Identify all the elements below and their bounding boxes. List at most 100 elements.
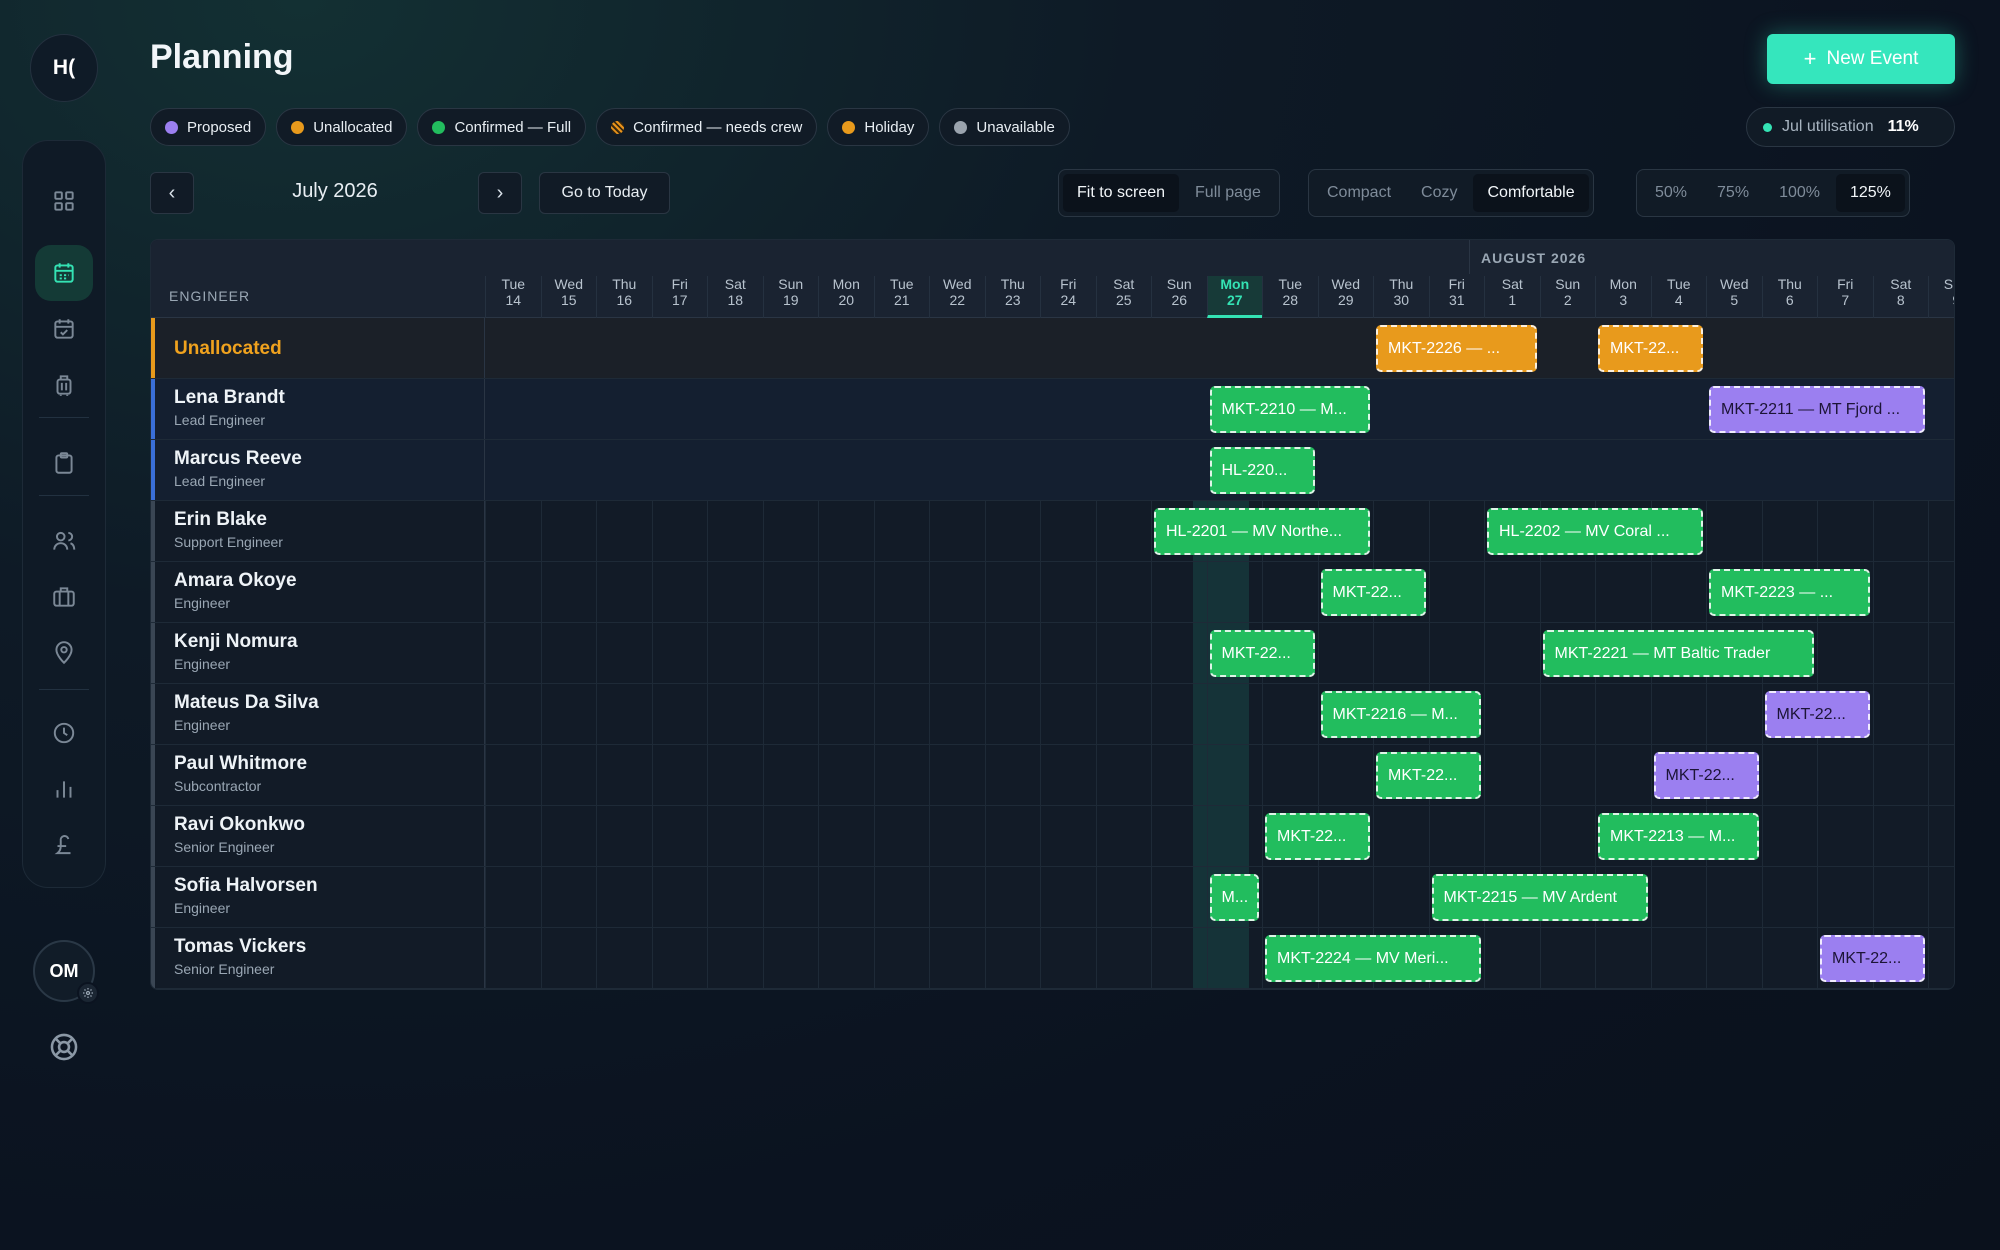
engineer-name: Marcus Reeve (174, 448, 302, 469)
nav-planning[interactable] (35, 245, 93, 301)
engineer-cell[interactable]: Kenji Nomura Engineer (151, 623, 485, 683)
fit-to-screen-option[interactable]: Fit to screen (1063, 174, 1180, 212)
luggage-icon (56, 375, 72, 396)
day-number: 7 (1841, 292, 1850, 308)
event-block[interactable]: MKT-2213 — M... (1598, 813, 1759, 860)
nav-travel[interactable] (35, 357, 93, 413)
day-header: Wed 15 (540, 276, 597, 318)
day-header: Thu 30 (1373, 276, 1429, 318)
event-block[interactable]: MKT-22... (1820, 935, 1925, 982)
zoom-125-option[interactable]: 125% (1835, 174, 1905, 212)
event-block[interactable]: MKT-22... (1764, 691, 1870, 738)
zoom-75-option[interactable]: 75% (1703, 174, 1763, 212)
full-page-option[interactable]: Full page (1181, 174, 1275, 212)
engineer-role: Senior Engineer (174, 839, 275, 855)
event-block[interactable]: HL-2202 — MV Coral ... (1487, 508, 1703, 555)
engineer-cell[interactable]: Sofia Halvorsen Engineer (151, 867, 485, 927)
event-block[interactable]: MKT-2211 — MT Fjord ... (1709, 386, 1925, 433)
day-of-week: Sun (1166, 276, 1192, 292)
engineer-row: Lena Brandt Lead Engineer (151, 379, 1954, 440)
nav-locations[interactable] (35, 625, 93, 681)
engineer-name: Tomas Vickers (174, 936, 307, 957)
event-block[interactable]: M... (1209, 874, 1259, 921)
day-header: Tue 14 (485, 276, 541, 318)
chevron-left-icon: ‹ (168, 181, 176, 204)
event-block[interactable]: MKT-2223 — ... (1709, 569, 1870, 616)
app-logo[interactable]: H( (30, 34, 98, 102)
engineer-column-header: ENGINEER (169, 288, 251, 304)
day-of-week: Wed (554, 276, 584, 292)
engineer-cell[interactable]: Mateus Da Silva Engineer (151, 684, 485, 744)
legend-confirmed-full[interactable]: Confirmed — Full (417, 108, 587, 146)
clock-icon (53, 722, 75, 744)
engineer-cell[interactable]: Lena Brandt Lead Engineer (151, 379, 485, 439)
density-compact-option[interactable]: Compact (1313, 174, 1405, 212)
nav-people[interactable] (35, 513, 93, 569)
day-of-week: Wed (942, 276, 972, 292)
nav-schedule[interactable] (35, 301, 93, 357)
day-number: 15 (560, 292, 577, 308)
prev-month-button[interactable]: ‹ (150, 172, 194, 214)
nav-finance[interactable] (35, 817, 93, 873)
day-header: Sat 25 (1095, 276, 1152, 318)
nav-reports[interactable] (35, 761, 93, 817)
nav-timesheets[interactable] (35, 705, 93, 761)
day-of-week: Sat (1113, 276, 1135, 292)
zoom-50-option[interactable]: 50% (1641, 174, 1701, 212)
engineer-cell[interactable]: Ravi Okonkwo Senior Engineer (151, 806, 485, 866)
day-header: Wed 5 (1706, 276, 1762, 318)
event-block[interactable]: HL-220... (1209, 447, 1315, 494)
day-of-week: Fri (1448, 276, 1465, 292)
day-of-week: Tue (1278, 276, 1303, 292)
help-lifebuoy-icon[interactable] (47, 1030, 81, 1064)
new-event-button[interactable]: + New Event (1767, 34, 1955, 84)
engineer-cell[interactable]: Unallocated (151, 318, 485, 378)
nav-dashboard[interactable] (35, 173, 93, 229)
engineer-row: Sofia Halvorsen Engineer (151, 867, 1954, 928)
user-avatar[interactable]: OM (33, 940, 99, 1004)
density-cozy-option[interactable]: Cozy (1407, 174, 1471, 212)
density-toggle: Compact Cozy Comfortable (1308, 169, 1594, 217)
day-number: 25 (1115, 292, 1132, 308)
event-block[interactable]: MKT-22... (1265, 813, 1370, 860)
engineer-cell[interactable]: Marcus Reeve Lead Engineer (151, 440, 485, 500)
event-block[interactable]: MKT-2216 — M... (1320, 691, 1481, 738)
event-block[interactable]: MKT-22... (1653, 752, 1759, 799)
event-block[interactable]: MKT-2215 — MV Ardent (1431, 874, 1648, 921)
event-block[interactable]: MKT-22... (1376, 752, 1481, 799)
zoom-100-option[interactable]: 100% (1765, 174, 1834, 212)
event-block[interactable]: MKT-2226 — ... (1376, 325, 1537, 372)
pound-icon (54, 835, 71, 855)
legend-proposed[interactable]: Proposed (150, 108, 267, 146)
engineer-cell[interactable]: Tomas Vickers Senior Engineer (151, 928, 485, 988)
legend-confirmed-needs-crew[interactable]: Confirmed — needs crew (596, 108, 818, 146)
density-comfortable-option[interactable]: Comfortable (1473, 174, 1589, 212)
nav-clients[interactable] (35, 569, 93, 625)
event-block[interactable]: MKT-2210 — M... (1209, 386, 1370, 433)
event-block[interactable]: MKT-2224 — MV Meri... (1265, 935, 1481, 982)
day-of-week: Fri (1060, 276, 1077, 292)
legend-holiday[interactable]: Holiday (827, 108, 930, 146)
settings-badge-icon[interactable] (77, 982, 99, 1004)
legend-unavailable[interactable]: Unavailable (939, 108, 1070, 146)
day-of-week: Fri (671, 276, 688, 292)
event-block[interactable]: MKT-2221 — MT Baltic Trader (1542, 630, 1814, 677)
legend-label: Holiday (864, 118, 915, 136)
legend-dot (954, 120, 968, 134)
event-block[interactable]: HL-2201 — MV Northe... (1154, 508, 1370, 555)
day-of-week: Thu (1389, 276, 1414, 292)
engineer-cell[interactable]: Erin Blake Support Engineer (151, 501, 485, 561)
event-block[interactable]: MKT-22... (1209, 630, 1315, 677)
day-of-week: Sun (1555, 276, 1581, 292)
engineer-cell[interactable]: Amara Okoye Engineer (151, 562, 485, 622)
legend-label: Proposed (187, 118, 252, 136)
nav-jobs[interactable] (35, 435, 93, 491)
next-month-button[interactable]: › (478, 172, 522, 214)
event-block[interactable]: MKT-22... (1320, 569, 1426, 616)
legend-label: Unavailable (976, 118, 1055, 136)
event-block[interactable]: MKT-22... (1598, 325, 1703, 372)
legend-unallocated[interactable]: Unallocated (276, 108, 408, 146)
day-of-week: Sun (1943, 276, 1954, 292)
engineer-cell[interactable]: Paul Whitmore Subcontractor (151, 745, 485, 805)
go-to-today-button[interactable]: Go to Today (539, 172, 670, 214)
